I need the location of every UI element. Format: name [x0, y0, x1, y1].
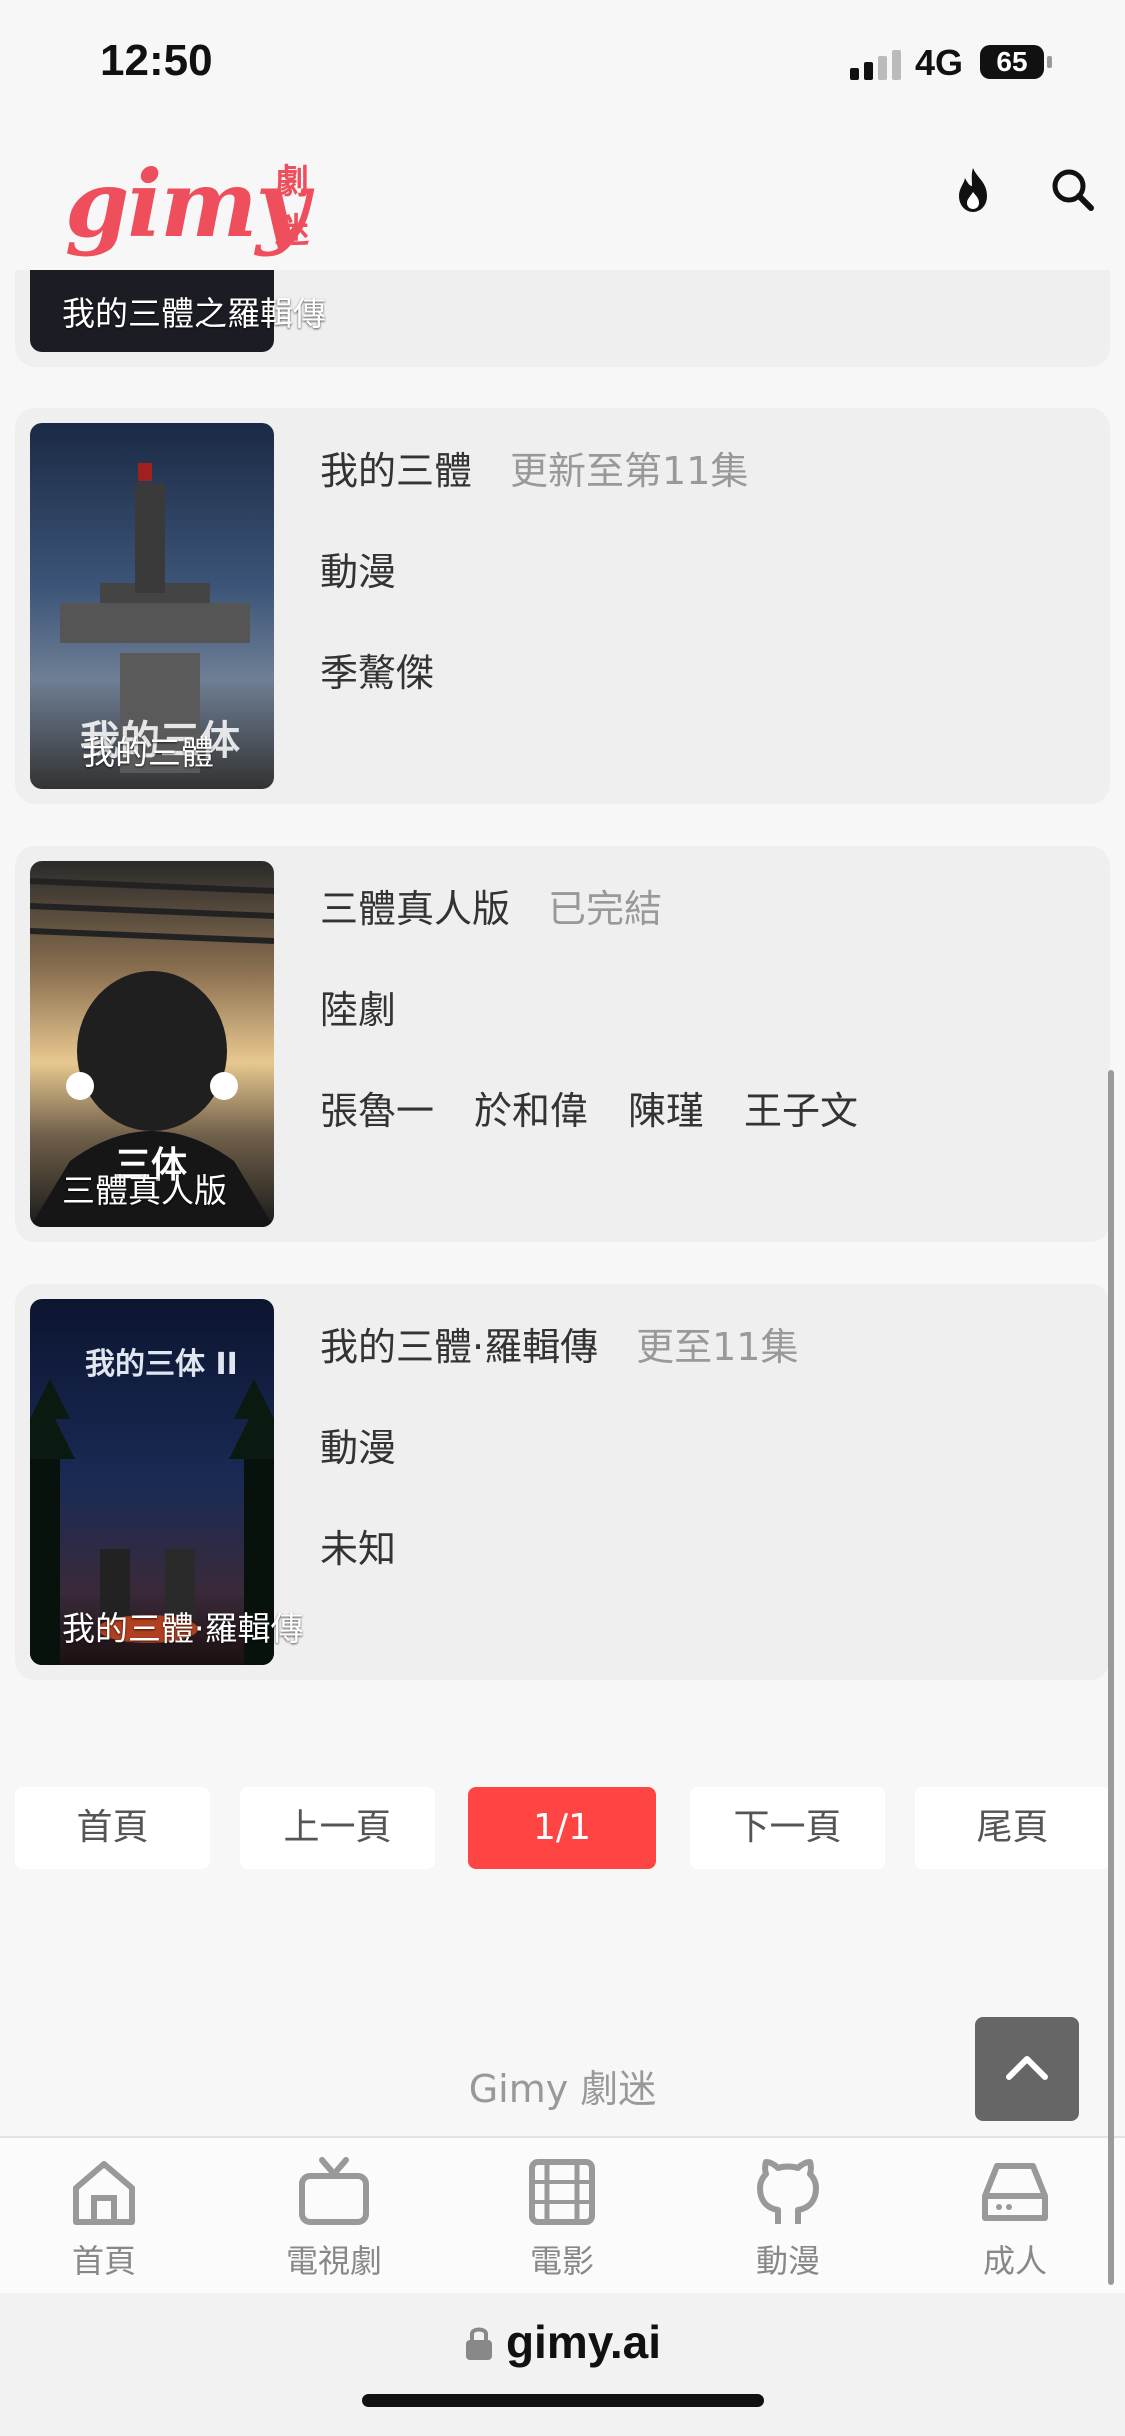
card-info: 三體真人版 已完結 陸劇 張魯一 於和偉 陳瑾 王子文 — [320, 878, 898, 1135]
home-indicator[interactable] — [362, 2394, 764, 2407]
scrollbar[interactable] — [1108, 1070, 1114, 2285]
poster-label: 我的三體 — [82, 733, 214, 772]
tv-icon — [299, 2157, 369, 2225]
actor-name: 未知 — [320, 1527, 397, 1571]
fire-icon[interactable] — [943, 160, 1003, 220]
signal-icon — [850, 50, 905, 80]
card-title[interactable]: 我的三體·羅輯傳 — [320, 1325, 598, 1369]
card-actors: 張魯一 於和偉 陳瑾 王子文 — [320, 1080, 898, 1135]
status-bar: 12:50 4G 65 — [0, 0, 1125, 130]
search-icon[interactable] — [1043, 160, 1103, 220]
current-page-indicator[interactable]: 1/1 — [468, 1787, 656, 1869]
poster-label: 三體真人版 — [62, 1171, 227, 1210]
poster-art-text: 我的三体 II — [85, 1347, 238, 1382]
result-card[interactable]: 三体 三體真人版 三體真人版 已完結 陸劇 張魯一 於和偉 陳瑾 王子文 — [15, 846, 1110, 1242]
home-icon — [73, 2161, 135, 2225]
logo-text: gimy — [65, 150, 309, 258]
result-card[interactable]: 我的三体 II 我的三體·羅輯傳 我的三體·羅輯傳 更至11集 動漫 未知 — [15, 1284, 1110, 1680]
pagination: 首頁 上一頁 1/1 下一頁 尾頁 — [15, 1787, 1110, 1869]
actor-name: 季驁傑 — [320, 651, 435, 695]
actor-name: 張魯一 — [320, 1089, 435, 1133]
card-title-row: 三體真人版 已完結 — [320, 878, 898, 933]
url-text[interactable]: gimy.ai — [0, 2315, 1125, 2369]
logo-subtitle: 劇迷 — [275, 162, 309, 251]
status-time: 12:50 — [100, 36, 213, 85]
card-info: 我的三體·羅輯傳 更至11集 動漫 未知 — [320, 1316, 798, 1573]
nav-label: 成人 — [982, 2242, 1047, 2280]
card-title[interactable]: 三體真人版 — [320, 887, 510, 931]
drive-icon — [982, 2163, 1048, 2221]
next-page-button[interactable]: 下一頁 — [690, 1787, 885, 1869]
card-status: 更至11集 — [636, 1325, 799, 1369]
first-page-button[interactable]: 首頁 — [15, 1787, 210, 1869]
card-info: 我的三體 更新至第11集 動漫 季驁傑 — [320, 440, 748, 697]
card-category: 陸劇 — [320, 988, 397, 1032]
nav-item-adult[interactable]: 成人 — [935, 2152, 1095, 2282]
nav-item-home[interactable]: 首頁 — [24, 2152, 184, 2282]
result-card-partial[interactable]: 我的三體之羅輯傳 — [15, 270, 1110, 367]
card-actors: 未知 — [320, 1518, 798, 1573]
network-type: 4G — [915, 42, 964, 83]
github-icon — [757, 2159, 819, 2224]
card-status: 已完結 — [548, 887, 663, 931]
nav-label: 首頁 — [71, 2242, 136, 2280]
nav-label: 電視劇 — [285, 2242, 382, 2280]
url-value: gimy.ai — [505, 2316, 662, 2368]
browser-url-bar[interactable]: gimy.ai — [0, 2293, 1125, 2436]
nav-label: 電影 — [529, 2242, 594, 2280]
back-to-top-button[interactable] — [975, 2017, 1079, 2121]
prev-page-button[interactable]: 上一頁 — [240, 1787, 435, 1869]
actor-name: 於和偉 — [474, 1089, 589, 1133]
card-status: 更新至第11集 — [510, 449, 749, 493]
result-card[interactable]: 我的三体 我的三體 我的三體 更新至第11集 動漫 季驁傑 — [15, 408, 1110, 804]
battery-icon: 65 — [980, 45, 1052, 79]
card-actors: 季驁傑 — [320, 642, 748, 697]
card-title-row: 我的三體 更新至第11集 — [320, 440, 748, 495]
film-icon — [529, 2159, 595, 2225]
card-title[interactable]: 我的三體 — [320, 449, 472, 493]
actor-name: 陳瑾 — [628, 1089, 705, 1133]
site-header: gimy 劇迷 — [0, 130, 1125, 270]
nav-label: 動漫 — [755, 2242, 820, 2280]
actor-name: 王子文 — [744, 1089, 859, 1133]
nav-item-movies[interactable]: 電影 — [482, 2152, 642, 2282]
lock-icon — [465, 2327, 492, 2360]
chevron-up-icon — [1006, 2056, 1048, 2080]
card-category: 動漫 — [320, 550, 397, 594]
nav-item-anime[interactable]: 動漫 — [708, 2152, 868, 2282]
nav-item-tv[interactable]: 電視劇 — [254, 2152, 414, 2282]
poster-label: 我的三體·羅輯傳 — [62, 1609, 304, 1648]
card-title-row: 我的三體·羅輯傳 更至11集 — [320, 1316, 798, 1371]
footer-text: Gimy 劇迷 — [468, 2067, 657, 2111]
card-category: 動漫 — [320, 1426, 397, 1470]
bottom-nav: 首頁 電視劇 電影 動漫 成人 — [0, 2136, 1125, 2293]
last-page-button[interactable]: 尾頁 — [915, 1787, 1110, 1869]
poster-label: 我的三體之羅輯傳 — [62, 294, 326, 333]
